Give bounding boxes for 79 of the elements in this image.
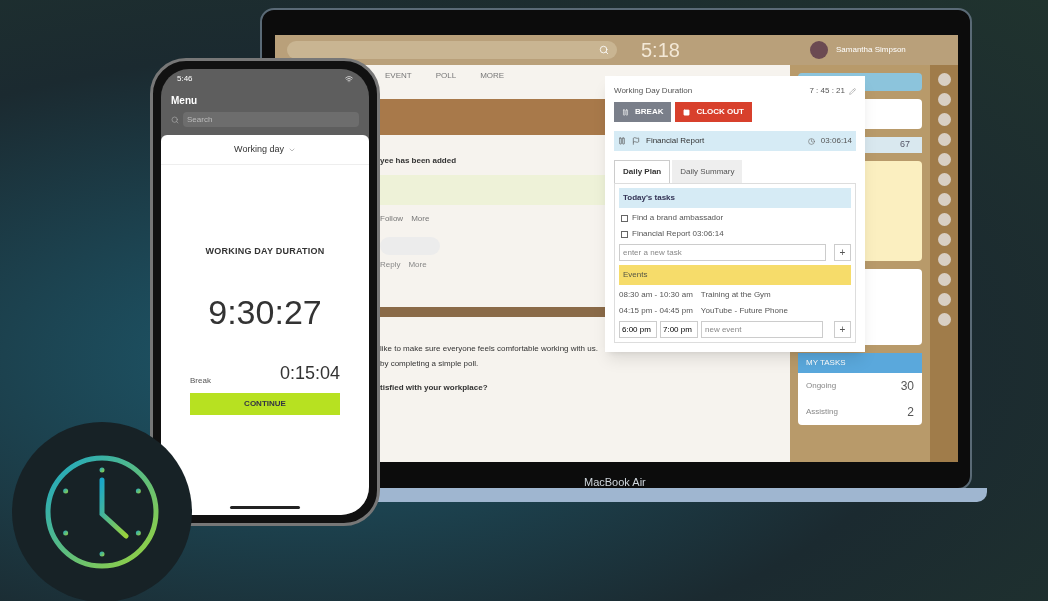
comment-action[interactable]: Reply <box>380 259 401 271</box>
plan-tab[interactable]: Daily Summary <box>672 160 743 183</box>
post-action[interactable]: More <box>411 213 430 225</box>
popup-title: Working Day Duration <box>614 85 694 97</box>
rail-avatar[interactable] <box>937 113 951 126</box>
rail-avatar[interactable] <box>937 133 951 146</box>
laptop-label: MacBook Air <box>584 475 646 490</box>
break-label: Break <box>190 374 211 387</box>
comment-bubble <box>380 237 440 255</box>
task-checkbox[interactable] <box>621 214 628 222</box>
task-input[interactable]: enter a new task <box>619 244 826 261</box>
search-field[interactable] <box>287 41 617 59</box>
search-icon <box>171 115 179 124</box>
poll-question: tisfied with your workplace? <box>380 382 488 394</box>
rail-avatar[interactable] <box>937 93 951 106</box>
start-time-field[interactable]: 6:00 pm <box>619 321 657 338</box>
post-text: by completing a simple poll. <box>380 358 480 370</box>
day-selector[interactable]: Working day <box>234 142 284 157</box>
task-label: Ongoing <box>806 380 838 392</box>
post-action[interactable]: Follow <box>380 213 404 225</box>
end-time-field[interactable]: 7:00 pm <box>660 321 698 338</box>
flag-icon[interactable] <box>632 137 640 145</box>
event-time: 04:15 pm - 04:45 pm <box>619 305 693 317</box>
post-text: like to make sure everyone feels comfortable working with us. <box>380 343 598 355</box>
event-name: YouTube - Future Phone <box>700 305 788 317</box>
home-indicator <box>230 506 300 509</box>
pause-icon <box>622 108 629 116</box>
task-count: 2 <box>907 404 914 421</box>
rail-avatar[interactable] <box>937 193 951 206</box>
feed-tab[interactable]: POLL <box>435 70 457 82</box>
event-time: 08:30 am - 10:30 am <box>619 289 693 301</box>
continue-button[interactable]: CONTINUE <box>190 392 340 415</box>
clock-text: 5:18 <box>641 38 680 63</box>
task-item: Find a brand ambassador <box>632 212 724 224</box>
search-icon <box>599 45 609 55</box>
task-item: Financial Report 03:06:14 <box>632 228 724 240</box>
rail-avatar[interactable] <box>937 313 951 326</box>
rail-avatar[interactable] <box>937 273 951 286</box>
task-checkbox[interactable] <box>621 230 628 238</box>
task-label: Assisting <box>806 406 839 418</box>
rail-avatar[interactable] <box>937 253 951 266</box>
rail-avatar[interactable] <box>937 213 951 226</box>
tasks-header: Today's tasks <box>619 188 851 208</box>
rail-avatar[interactable] <box>937 73 951 86</box>
events-header: Events <box>619 265 851 285</box>
rail-avatar[interactable] <box>937 173 951 186</box>
task-time: 03:06:14 <box>820 135 852 147</box>
add-task-button[interactable]: + <box>834 244 851 261</box>
duration-value: 9:30:27 <box>208 291 322 333</box>
break-time: 0:15:04 <box>279 361 340 385</box>
break-button[interactable]: BREAK <box>614 102 672 122</box>
feed-tab[interactable]: EVENT <box>385 70 412 82</box>
feed-tab[interactable]: MORE <box>480 70 505 82</box>
stop-icon <box>683 108 691 116</box>
add-event-button[interactable]: + <box>834 321 851 338</box>
popup-timer: 7 : 45 : 21 <box>809 85 845 97</box>
task-name: Financial Report <box>646 135 706 147</box>
status-time: 5:46 <box>177 73 194 85</box>
avatar <box>810 41 828 59</box>
rail-avatar[interactable] <box>937 293 951 306</box>
edit-icon[interactable] <box>849 87 856 95</box>
task-count: 30 <box>900 378 914 395</box>
wifi-icon <box>345 75 353 83</box>
clock-icon <box>807 137 815 145</box>
comment-action[interactable]: More <box>408 259 427 271</box>
clock-out-button[interactable]: CLOCK OUT <box>675 102 752 122</box>
rail-avatar[interactable] <box>937 153 951 166</box>
rail-avatar[interactable] <box>937 233 951 246</box>
notice-text: yee has been added <box>380 155 457 167</box>
menu-title: Menu <box>170 94 199 108</box>
user-name[interactable]: Samantha Simpson <box>836 44 946 56</box>
plan-tab[interactable]: Daily Plan <box>614 160 671 183</box>
event-name: Training at the Gym <box>700 289 771 301</box>
counter-text: 67 <box>900 138 910 152</box>
widget-title: MY TASKS <box>798 353 922 373</box>
search-field[interactable]: Search <box>183 112 359 127</box>
event-input[interactable]: new event <box>701 321 823 338</box>
pause-icon[interactable] <box>618 137 626 145</box>
duration-heading: WORKING DAY DURATION <box>205 245 325 258</box>
